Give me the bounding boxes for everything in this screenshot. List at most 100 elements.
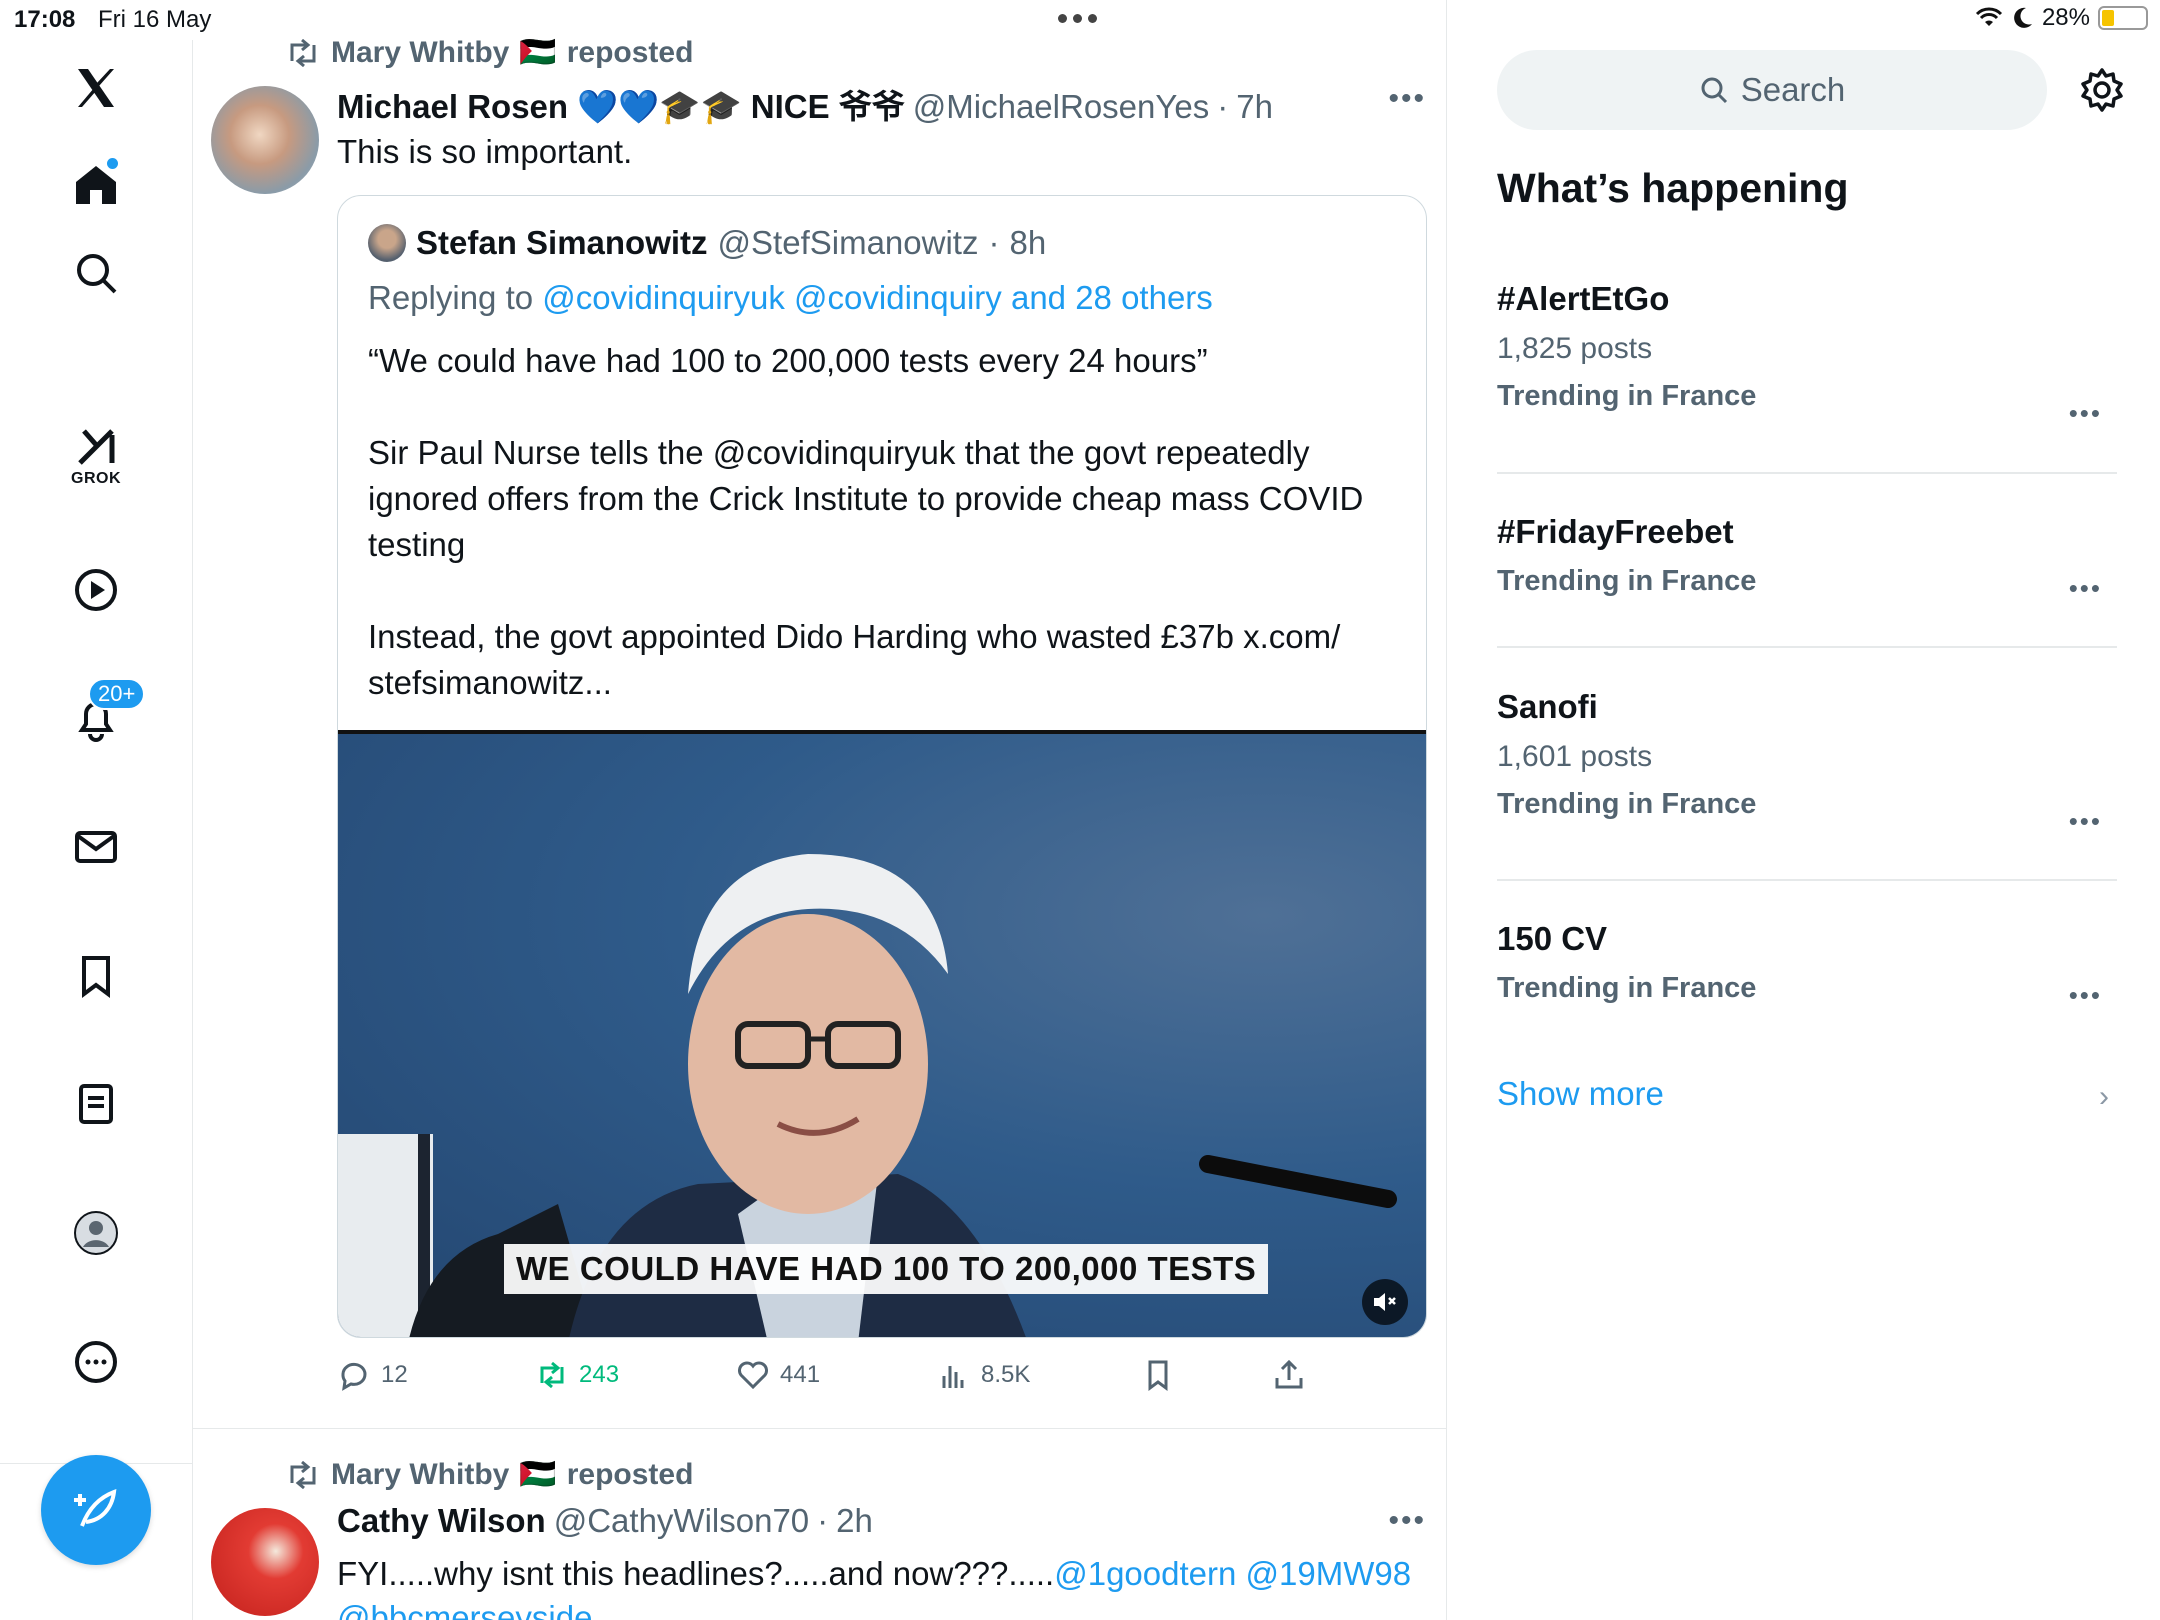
mail-icon[interactable]: [60, 811, 132, 883]
video-play-icon[interactable]: [60, 554, 132, 626]
avatar[interactable]: [211, 86, 319, 194]
tweet-mentions[interactable]: @1goodtern @19MW98: [1054, 1555, 1411, 1592]
reposted-label: reposted: [566, 1457, 694, 1491]
show-more-link[interactable]: Show more: [1497, 1075, 1664, 1113]
quote-time: 8h: [1009, 224, 1047, 261]
search-icon[interactable]: [60, 237, 132, 309]
timeline-feed: Mary Whitby 🇵🇸 reposted Michael Rosen 💙💙…: [193, 0, 1447, 1620]
tweet-header: Cathy Wilson @CathyWilson70 · 2h: [337, 1502, 873, 1540]
search-input[interactable]: Search: [1497, 50, 2047, 130]
avatar[interactable]: [211, 1508, 319, 1616]
reply-icon: [341, 1362, 367, 1391]
replying-to-users[interactable]: @covidinquiryuk @covidinquiry and 28 oth…: [542, 279, 1213, 316]
bookmark-button[interactable]: [1141, 1358, 1175, 1392]
mute-icon[interactable]: [1362, 1279, 1408, 1325]
trend-context: Trending in France: [1497, 788, 1757, 820]
bookmark-icon[interactable]: [60, 940, 132, 1012]
tweet-text-plain: FYI.....why isnt this headlines?.....and…: [337, 1555, 1055, 1592]
whats-happening-title: What’s happening: [1497, 165, 1849, 211]
author-name[interactable]: Michael Rosen 💙💙🎓🎓 NICE 爷爷: [337, 80, 905, 128]
trend-item[interactable]: #FridayFreebet Trending in France •••: [1497, 513, 2117, 603]
tweet-more-icon[interactable]: •••: [1388, 82, 1426, 116]
gear-icon[interactable]: [2077, 65, 2127, 115]
author-name[interactable]: Cathy Wilson: [337, 1502, 546, 1540]
chevron-right-icon: ›: [2099, 1080, 2109, 1113]
repost-indicator: Mary Whitby 🇵🇸 reposted: [285, 1457, 693, 1492]
trend-context: Trending in France: [1497, 972, 1757, 1004]
views-count: 8.5K: [981, 1361, 1031, 1388]
sidebar: GROK 20+: [0, 40, 193, 1620]
quote-avatar: [368, 224, 406, 262]
trend-name: Sanofi: [1497, 688, 1598, 725]
repost-icon: [290, 1460, 316, 1489]
quote-header: Stefan Simanowitz @StefSimanowitz · 8h: [368, 224, 1046, 262]
reposter-flag: 🇵🇸: [519, 36, 557, 69]
trend-divider: [1497, 472, 2117, 474]
video-caption: WE COULD HAVE HAD 100 TO 200,000 TESTS: [504, 1244, 1269, 1294]
reposter-name[interactable]: Mary Whitby: [331, 1458, 509, 1492]
trend-more-icon[interactable]: •••: [2069, 398, 2102, 429]
grok-label: GROK: [71, 470, 121, 487]
home-notification-dot: [107, 158, 118, 169]
tweet-header: Michael Rosen 💙💙🎓🎓 NICE 爷爷 @MichaelRosen…: [337, 80, 1273, 128]
trend-context: Trending in France: [1497, 380, 1757, 412]
more-circle-icon[interactable]: [60, 1326, 132, 1398]
tweet-time[interactable]: 7h: [1236, 88, 1273, 126]
quote-author-name: Stefan Simanowitz: [416, 224, 708, 261]
reposter-flag: 🇵🇸: [519, 1458, 557, 1491]
profile-icon[interactable]: [60, 1197, 132, 1269]
compose-feather-icon: [74, 1488, 117, 1527]
list-icon[interactable]: [60, 1068, 132, 1140]
trend-posts: 1,601 posts: [1497, 740, 1653, 773]
dot-separator: ·: [817, 1502, 829, 1539]
status-time: 17:08: [14, 6, 76, 33]
trend-context: Trending in France: [1497, 565, 1757, 597]
replying-to-label: Replying to: [368, 279, 534, 316]
reply-button[interactable]: 12: [337, 1358, 408, 1392]
quote-paragraph: Instead, the govt appointed Dido Harding…: [368, 618, 1341, 701]
author-handle[interactable]: @CathyWilson70: [554, 1502, 809, 1540]
tweet-time[interactable]: 2h: [836, 1502, 873, 1540]
like-count: 441: [780, 1361, 821, 1388]
tweet-actions: 12 243 441 8.5K: [337, 1358, 1337, 1398]
trend-item[interactable]: 150 CV Trending in France •••: [1497, 920, 2117, 1010]
trend-posts: 1,825 posts: [1497, 332, 1653, 365]
trend-name: 150 CV: [1497, 920, 1608, 957]
trend-more-icon[interactable]: •••: [2069, 806, 2102, 837]
x-logo-icon[interactable]: [60, 52, 132, 124]
trend-more-icon[interactable]: •••: [2069, 980, 2102, 1011]
views-button[interactable]: 8.5K: [937, 1358, 1030, 1392]
tweet-text: FYI.....why isnt this headlines?.....and…: [337, 1552, 1427, 1620]
reposter-name[interactable]: Mary Whitby: [331, 36, 509, 70]
grok-icon[interactable]: GROK: [60, 420, 132, 492]
views-icon: [942, 1366, 964, 1388]
author-handle[interactable]: @MichaelRosenYes: [913, 88, 1209, 126]
trend-item[interactable]: Sanofi 1,601 posts Trending in France ••…: [1497, 688, 2117, 836]
quote-paragraph: Sir Paul Nurse tells the @covidinquiryuk…: [368, 434, 1364, 563]
heart-icon: [738, 1361, 768, 1390]
repost-indicator: Mary Whitby 🇵🇸 reposted: [285, 35, 693, 70]
tweet-more-icon[interactable]: •••: [1388, 1504, 1426, 1538]
repost-button[interactable]: 243: [535, 1358, 619, 1392]
replying-to: Replying to @covidinquiryuk @covidinquir…: [368, 279, 1213, 317]
dot-separator: ·: [988, 224, 1000, 261]
notification-badge: 20+: [88, 678, 146, 710]
trend-more-icon[interactable]: •••: [2069, 573, 2102, 604]
home-icon[interactable]: [60, 148, 132, 220]
trend-name: #AlertEtGo: [1497, 280, 1670, 317]
video-player[interactable]: WE COULD HAVE HAD 100 TO 200,000 TESTS: [338, 730, 1426, 1337]
quote-tweet[interactable]: Stefan Simanowitz @StefSimanowitz · 8h R…: [337, 195, 1427, 1338]
bookmark-icon: [1148, 1360, 1168, 1391]
share-icon: [1275, 1359, 1303, 1389]
bell-icon[interactable]: 20+: [60, 678, 146, 754]
share-button[interactable]: [1272, 1358, 1306, 1392]
search-placeholder: Search: [1740, 71, 1846, 108]
dot-separator: ·: [1217, 88, 1229, 125]
trend-item[interactable]: #AlertEtGo 1,825 posts Trending in Franc…: [1497, 280, 2117, 428]
tweet-mention[interactable]: @bbcmerseyside: [337, 1599, 592, 1620]
quote-author-handle: @StefSimanowitz: [717, 224, 979, 261]
right-sidebar: Search What’s happening #AlertEtGo 1,825…: [1447, 0, 2160, 1620]
repost-count: 243: [579, 1361, 620, 1388]
compose-button[interactable]: [41, 1455, 151, 1565]
like-button[interactable]: 441: [736, 1358, 820, 1392]
